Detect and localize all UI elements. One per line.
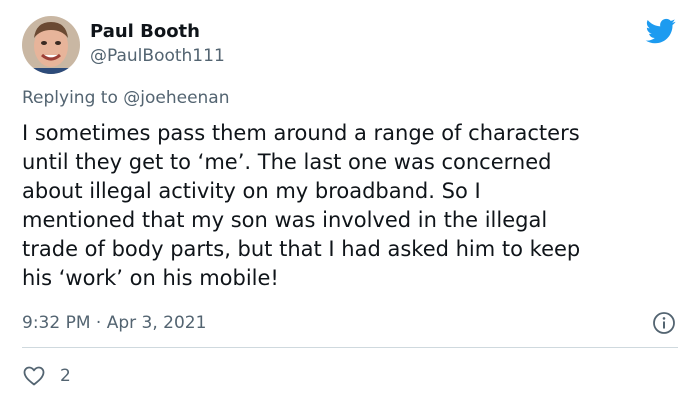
heart-icon[interactable] xyxy=(22,364,46,388)
replying-mention-link[interactable]: @joeheenan xyxy=(123,88,229,108)
tweet-text-line: his ‘work’ on his mobile! xyxy=(22,266,279,290)
tweet-date: Apr 3, 2021 xyxy=(106,313,207,333)
tweet-text: I sometimes pass them around a range of … xyxy=(22,119,687,293)
tweet-time: 9:32 PM xyxy=(22,313,91,333)
tweet-card: Paul Booth @PaulBooth111 Replying to @jo… xyxy=(0,0,700,402)
replying-to: Replying to @joeheenan xyxy=(22,87,230,109)
tweet-text-line: trade of body parts, but that I had aske… xyxy=(22,237,581,261)
divider xyxy=(22,347,678,348)
person-face-avatar-icon xyxy=(22,16,80,74)
like-button[interactable]: 2 xyxy=(22,364,71,388)
timestamp-separator: · xyxy=(95,313,102,333)
like-count: 2 xyxy=(60,366,71,386)
avatar[interactable] xyxy=(22,16,80,74)
tweet-text-line: about illegal activity on my broadband. … xyxy=(22,179,481,203)
author-display-name[interactable]: Paul Booth xyxy=(90,20,200,44)
author-handle[interactable]: @PaulBooth111 xyxy=(90,45,225,67)
twitter-bird-icon[interactable] xyxy=(644,16,678,46)
tweet-text-line: mentioned that my son was involved in th… xyxy=(22,208,548,232)
info-icon[interactable] xyxy=(652,311,676,335)
replying-prefix: Replying to xyxy=(22,88,118,108)
tweet-text-line: until they get to ‘me’. The last one was… xyxy=(22,150,552,174)
tweet-text-line: I sometimes pass them around a range of … xyxy=(22,121,580,145)
tweet-timestamp[interactable]: 9:32 PM · Apr 3, 2021 xyxy=(22,312,206,334)
